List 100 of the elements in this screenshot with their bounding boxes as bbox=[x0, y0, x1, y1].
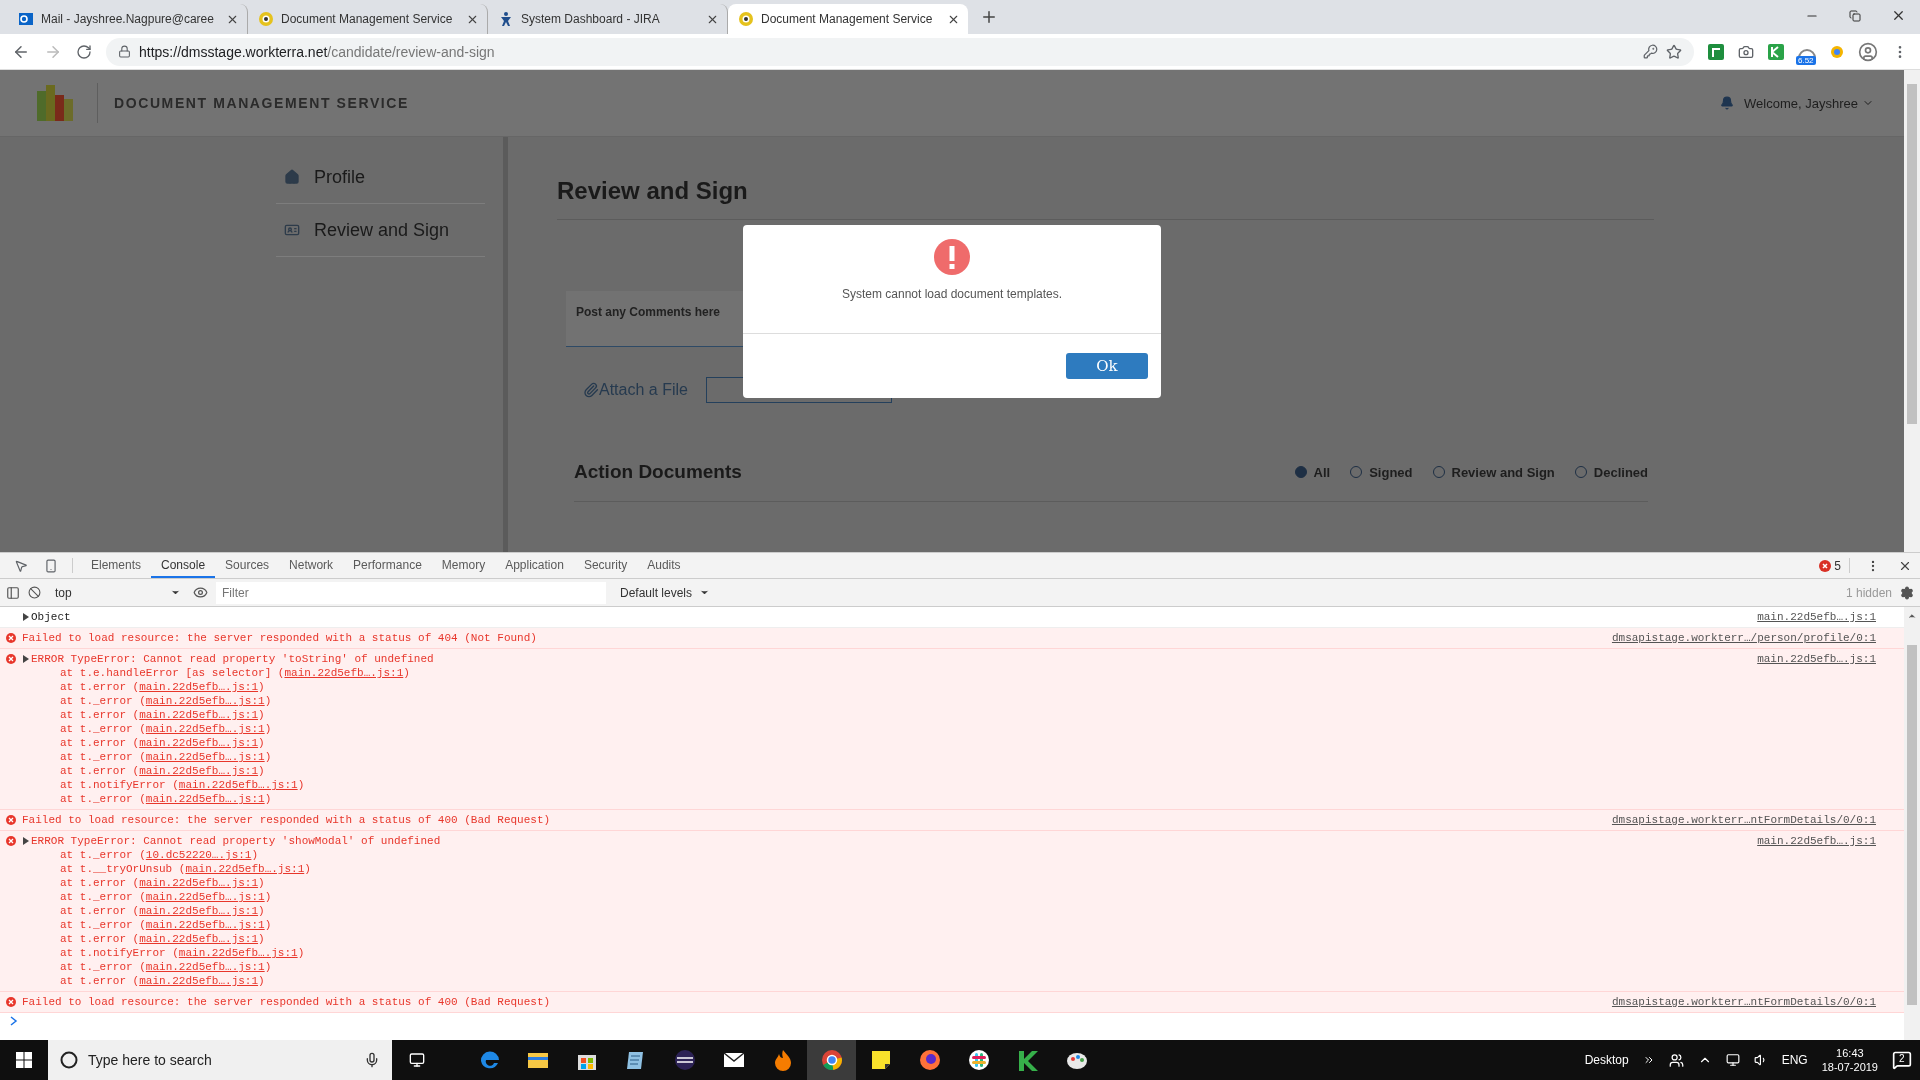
extension-icon[interactable] bbox=[1768, 43, 1784, 60]
source-link[interactable]: dmsapistage.workterr…/person/profile/0:1 bbox=[1601, 631, 1904, 645]
filter-radio[interactable]: All bbox=[1294, 464, 1331, 480]
devtools-tab[interactable]: Elements bbox=[81, 553, 152, 578]
id-card-icon bbox=[284, 222, 300, 238]
folder-icon[interactable] bbox=[526, 1050, 549, 1070]
eye-icon[interactable] bbox=[193, 585, 208, 600]
sidebar-toggle-icon[interactable] bbox=[6, 585, 20, 600]
key-icon[interactable] bbox=[1643, 44, 1658, 59]
notifications-icon[interactable] bbox=[1892, 1050, 1912, 1070]
source-link[interactable]: main.22d5efb….js:1 bbox=[145, 695, 265, 707]
source-link[interactable]: main.22d5efb….js:1 bbox=[139, 975, 259, 987]
device-icon[interactable] bbox=[44, 558, 58, 573]
filter-radio[interactable]: Review and Sign bbox=[1432, 464, 1555, 480]
source-link[interactable]: main.22d5efb….js:1 bbox=[145, 723, 265, 735]
clock[interactable]: 16:43 18-07-2019 bbox=[1821, 1046, 1878, 1074]
source-link[interactable]: main.22d5efb….js:1 bbox=[1747, 834, 1904, 848]
devtools-tab[interactable]: Sources bbox=[215, 553, 280, 578]
devtools-tab[interactable]: Audits bbox=[637, 553, 691, 578]
user-menu[interactable]: Welcome, Jayshree bbox=[1744, 95, 1874, 111]
source-link[interactable]: main.22d5efb….js:1 bbox=[139, 877, 259, 889]
start-icon[interactable] bbox=[16, 1052, 32, 1068]
ok-button[interactable]: Ok bbox=[1066, 353, 1148, 379]
browser-tab[interactable]: Document Management Service bbox=[728, 4, 968, 34]
inspect-icon[interactable] bbox=[14, 558, 28, 573]
expand-icon[interactable] bbox=[1642, 1054, 1655, 1066]
source-link[interactable]: main.22d5efb….js:1 bbox=[145, 919, 265, 931]
restore-icon[interactable] bbox=[1849, 9, 1861, 22]
scrollbar[interactable] bbox=[1904, 70, 1920, 552]
taskbar-app[interactable] bbox=[807, 1040, 856, 1080]
source-link[interactable]: main.22d5efb….js:1 bbox=[284, 667, 404, 679]
source-link[interactable]: main.22d5efb….js:1 bbox=[178, 947, 298, 959]
attach-file-link[interactable]: Attach a File bbox=[583, 381, 688, 399]
k-logo-icon[interactable] bbox=[1016, 1049, 1039, 1071]
source-link[interactable]: main.22d5efb….js:1 bbox=[1747, 652, 1904, 666]
bookmark-star-icon[interactable] bbox=[1666, 43, 1682, 60]
settings-icon[interactable] bbox=[1900, 585, 1914, 600]
taskbar-search-field[interactable]: Type here to search bbox=[48, 1040, 392, 1080]
clear-icon[interactable] bbox=[28, 586, 41, 599]
desktop-toolbar[interactable]: Desktop bbox=[1584, 1053, 1629, 1067]
devtools-tab[interactable]: Performance bbox=[343, 553, 432, 578]
firefox-icon[interactable] bbox=[918, 1049, 941, 1071]
source-link[interactable]: main.22d5efb….js:1 bbox=[178, 779, 298, 791]
reload-icon[interactable] bbox=[76, 43, 92, 60]
source-link[interactable]: main.22d5efb….js:1 bbox=[139, 737, 259, 749]
source-link[interactable]: main.22d5efb….js:1 bbox=[139, 765, 259, 777]
source-link[interactable]: main.22d5efb….js:1 bbox=[1747, 610, 1904, 624]
close-icon[interactable] bbox=[1891, 8, 1906, 23]
context-select[interactable]: top bbox=[49, 585, 185, 600]
sidebar-item[interactable]: Review and Sign bbox=[276, 204, 485, 257]
source-link[interactable]: dmsapistage.workterr…ntFormDetails/0/0:1 bbox=[1601, 995, 1904, 1009]
chrome-icon[interactable] bbox=[820, 1049, 843, 1071]
stack-frame: at t.error (main.22d5efb….js:1) bbox=[22, 680, 1748, 694]
source-link[interactable]: dmsapistage.workterr…ntFormDetails/0/0:1 bbox=[1601, 813, 1904, 827]
console-message: Failed to load resource: the server responded with a status of 404 (Not Found) bbox=[22, 631, 537, 645]
slack-icon[interactable] bbox=[967, 1049, 990, 1071]
sidebar-item[interactable]: Profile bbox=[276, 151, 485, 204]
scroll-up-icon[interactable] bbox=[1907, 611, 1917, 621]
extension-badge: 6.52 bbox=[1796, 55, 1816, 65]
source-link[interactable]: main.22d5efb….js:1 bbox=[145, 793, 265, 805]
source-link[interactable]: main.22d5efb….js:1 bbox=[139, 933, 259, 945]
camera-icon[interactable] bbox=[1738, 43, 1754, 60]
source-link[interactable]: main.22d5efb….js:1 bbox=[185, 863, 305, 875]
source-link[interactable]: main.22d5efb….js:1 bbox=[145, 961, 265, 973]
source-link[interactable]: main.22d5efb….js:1 bbox=[139, 709, 259, 721]
envelope-icon[interactable] bbox=[722, 1051, 745, 1069]
profile-icon[interactable] bbox=[1858, 41, 1878, 62]
filter-radio[interactable]: Declined bbox=[1574, 464, 1648, 480]
language-indicator[interactable]: ENG bbox=[1781, 1053, 1808, 1067]
expand-triangle-icon[interactable] bbox=[22, 837, 30, 845]
devtools-tab[interactable]: Application bbox=[495, 553, 574, 578]
source-link[interactable]: main.22d5efb….js:1 bbox=[145, 891, 265, 903]
network-icon[interactable] bbox=[1725, 1053, 1740, 1067]
eclipse-icon[interactable] bbox=[673, 1049, 696, 1071]
extension-icon[interactable] bbox=[1830, 44, 1844, 59]
devtools-tab[interactable]: Memory bbox=[431, 553, 496, 578]
url-text: https://dmsstage.workterra.net/candidate/review-and-sign bbox=[139, 43, 495, 60]
bell-icon[interactable] bbox=[1720, 96, 1735, 110]
error-count[interactable]: 5 bbox=[1819, 553, 1841, 578]
address-bar[interactable]: https://dmsstage.workterra.net/candidate/review-and-sign bbox=[106, 37, 1694, 66]
levels-select[interactable]: Default levels bbox=[614, 585, 714, 600]
people-icon[interactable] bbox=[1668, 1052, 1684, 1068]
source-link[interactable]: main.22d5efb….js:1 bbox=[139, 681, 259, 693]
expand-triangle-icon[interactable] bbox=[22, 655, 30, 663]
filter-radio[interactable]: Signed bbox=[1350, 464, 1413, 480]
microphone-icon[interactable] bbox=[364, 1052, 380, 1068]
devtools-tab[interactable]: Network bbox=[279, 553, 344, 578]
extension-icon[interactable] bbox=[1708, 43, 1724, 60]
source-link[interactable]: main.22d5efb….js:1 bbox=[145, 751, 265, 763]
source-link[interactable]: 10.dc52220….js:1 bbox=[145, 849, 252, 861]
task-view-icon[interactable] bbox=[409, 1052, 425, 1068]
expand-triangle-icon[interactable] bbox=[22, 613, 30, 621]
filter-field[interactable]: Filter bbox=[216, 581, 606, 604]
devtools-tab[interactable]: Security bbox=[573, 553, 638, 578]
source-link[interactable]: main.22d5efb….js:1 bbox=[139, 905, 259, 917]
new-tab-icon[interactable] bbox=[980, 8, 998, 26]
scrollbar[interactable] bbox=[1904, 607, 1920, 1040]
sticky-note-icon[interactable] bbox=[870, 1050, 891, 1070]
stack-frame: at t.error (main.22d5efb….js:1) bbox=[22, 904, 1748, 918]
prompt-icon[interactable] bbox=[10, 1016, 18, 1026]
